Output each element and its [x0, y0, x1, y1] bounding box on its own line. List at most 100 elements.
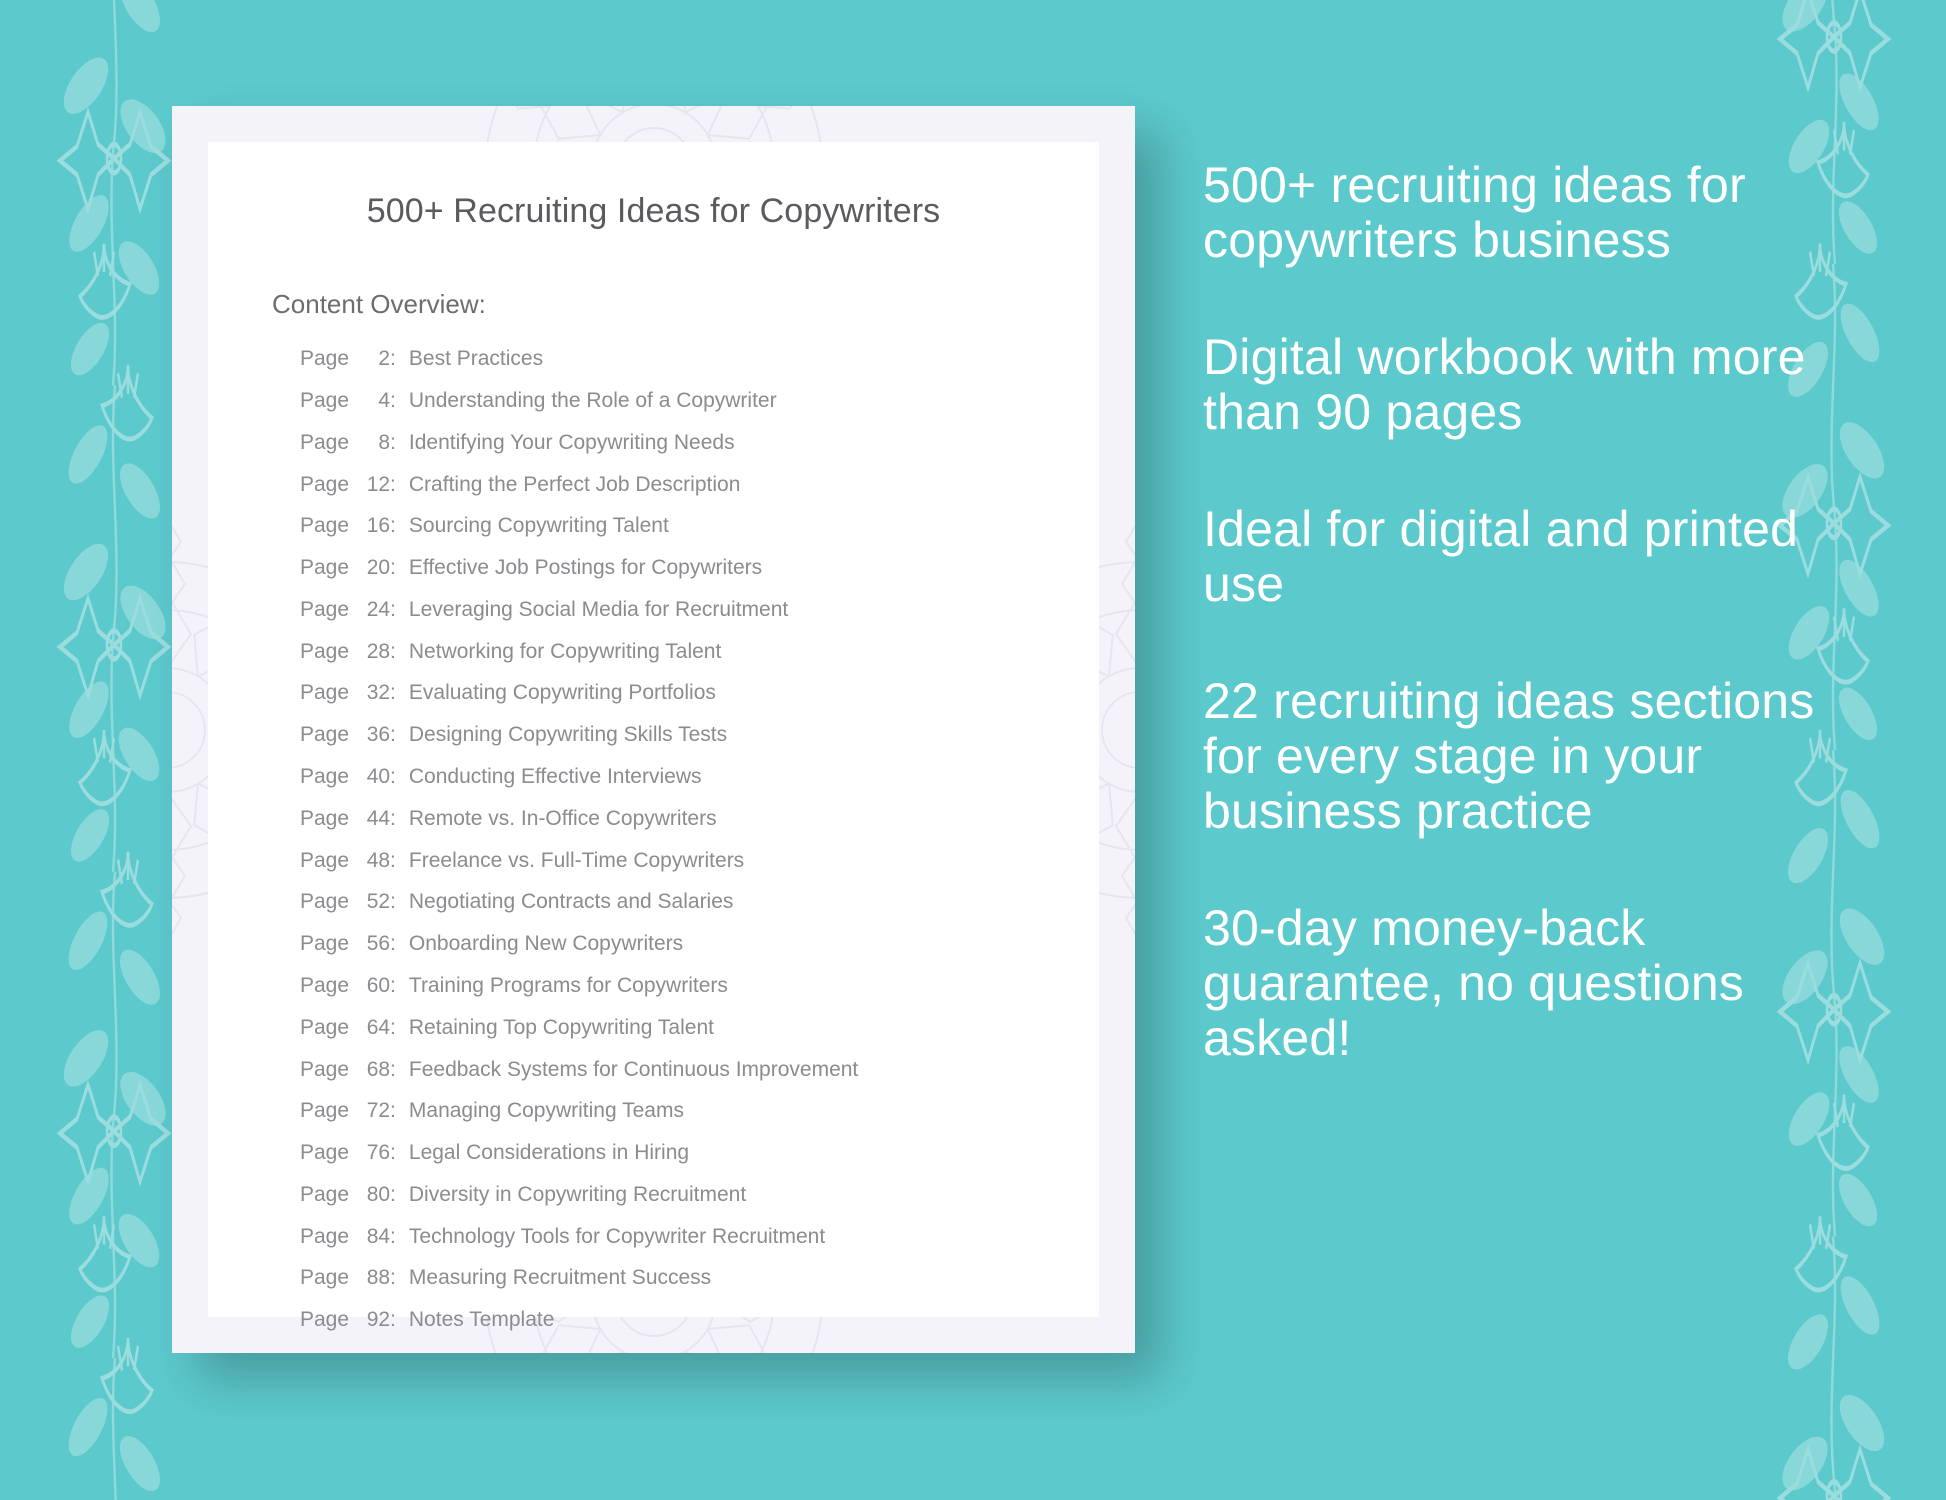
- toc-page-number: 44: [366, 806, 391, 830]
- table-of-contents-row: Page 4: Understanding the Role of a Copywr…: [300, 380, 1099, 422]
- toc-page-number: 16: [366, 514, 391, 538]
- toc-topic: Feedback Systems for Continuous Improvem…: [408, 1057, 859, 1081]
- toc-page-word: Page: [300, 765, 350, 789]
- toc-topic: Leveraging Social Media for Recruitment: [408, 597, 789, 621]
- toc-colon: :: [390, 389, 396, 412]
- toc-page-number: 2: [378, 347, 391, 371]
- toc-page-number: 80: [366, 1182, 391, 1206]
- toc-topic: Conducting Effective Interviews: [408, 765, 702, 789]
- table-of-contents-row: Page 92: Notes Template: [300, 1299, 1099, 1341]
- document-card: 500+ Recruiting Ideas for Copywriters Co…: [172, 106, 1135, 1353]
- table-of-contents-row: Page 48: Freelance vs. Full-Time Copywrite…: [300, 839, 1099, 881]
- toc-colon: :: [390, 806, 396, 830]
- toc-page-word: Page: [300, 973, 350, 997]
- toc-page-word: Page: [300, 347, 350, 371]
- toc-topic: Crafting the Perfect Job Description: [408, 472, 741, 496]
- toc-page-number: 20: [366, 556, 391, 580]
- poster-background: 500+ Recruiting Ideas for Copywriters Co…: [0, 0, 1946, 1460]
- toc-colon: :: [390, 723, 396, 747]
- toc-page-number: 8: [378, 430, 391, 454]
- toc-topic: Effective Job Postings for Copywriters: [408, 556, 763, 580]
- table-of-contents-row: Page 64: Retaining Top Copywriting Talent: [300, 1006, 1099, 1048]
- table-of-contents-row: Page 32: Evaluating Copywriting Portfolios: [300, 672, 1099, 714]
- toc-topic: Networking for Copywriting Talent: [408, 639, 722, 663]
- toc-colon: :: [390, 681, 396, 705]
- toc-page-word: Page: [300, 597, 350, 621]
- toc-page-word: Page: [300, 514, 350, 538]
- table-of-contents-row: Page 84: Technology Tools for Copywriter R…: [300, 1215, 1099, 1257]
- table-of-contents-row: Page 80: Diversity in Copywriting Recruitm…: [300, 1173, 1099, 1215]
- toc-colon: :: [390, 1266, 396, 1290]
- toc-colon: :: [390, 1099, 396, 1123]
- toc-topic: Evaluating Copywriting Portfolios: [408, 681, 716, 705]
- toc-colon: :: [390, 556, 396, 580]
- toc-topic: Technology Tools for Copywriter Recruitm…: [408, 1224, 826, 1248]
- toc-page-word: Page: [300, 932, 350, 956]
- toc-colon: :: [390, 1057, 396, 1081]
- toc-topic: Retaining Top Copywriting Talent: [408, 1015, 714, 1039]
- toc-topic: Remote vs. In-Office Copywriters: [408, 806, 717, 830]
- toc-topic: Notes Template: [408, 1308, 555, 1332]
- toc-colon: :: [390, 597, 396, 621]
- toc-topic: Training Programs for Copywriters: [408, 973, 728, 997]
- toc-page-number: 72: [366, 1099, 391, 1123]
- table-of-contents-row: Page 68: Feedback Systems for Continuous I…: [300, 1048, 1099, 1090]
- page-title: 500+ Recruiting Ideas for Copywriters: [366, 192, 941, 230]
- toc-colon: :: [390, 973, 396, 997]
- toc-topic: Measuring Recruitment Success: [408, 1266, 712, 1290]
- toc-page-word: Page: [300, 1099, 350, 1123]
- toc-colon: :: [390, 1308, 396, 1332]
- toc-page-word: Page: [300, 1141, 350, 1165]
- toc-page-number: 12: [366, 472, 391, 496]
- table-of-contents-list: Page 2: Best Practices Page 4: Understanding …: [208, 320, 1099, 1341]
- toc-topic: Diversity in Copywriting Recruitment: [408, 1182, 747, 1206]
- toc-page-word: Page: [300, 1057, 350, 1081]
- marketing-bullet: 22 recruiting ideas sections for every s…: [1203, 673, 1815, 839]
- toc-page-number: 84: [366, 1224, 391, 1248]
- table-of-contents-row: Page 72: Managing Copywriting Teams: [300, 1090, 1099, 1132]
- toc-page-number: 24: [366, 597, 391, 621]
- toc-colon: :: [390, 1224, 396, 1248]
- document-page: 500+ Recruiting Ideas for Copywriters Co…: [208, 142, 1099, 1330]
- toc-page-word: Page: [300, 681, 350, 705]
- toc-page-number: 52: [366, 890, 391, 914]
- toc-colon: :: [390, 1141, 396, 1165]
- marketing-bullet: 30-day money-back guarantee, no question…: [1203, 900, 1745, 1066]
- table-of-contents-row: Page 88: Measuring Recruitment Success: [300, 1257, 1099, 1299]
- marketing-bullet: Digital workbook with more than 90 pages: [1203, 329, 1806, 440]
- toc-colon: :: [390, 848, 396, 872]
- toc-page-word: Page: [300, 430, 350, 454]
- table-of-contents-row: Page 12: Crafting the Perfect Job Descript…: [300, 463, 1099, 505]
- table-of-contents-row: Page 60: Training Programs for Copywriters: [300, 965, 1099, 1007]
- toc-page-number: 4: [378, 389, 391, 412]
- toc-page-word: Page: [300, 723, 350, 747]
- toc-page-word: Page: [300, 1266, 350, 1290]
- toc-topic: Managing Copywriting Teams: [408, 1099, 684, 1123]
- toc-topic: Identifying Your Copywriting Needs: [408, 430, 735, 454]
- toc-page-word: Page: [300, 848, 350, 872]
- toc-topic: Best Practices: [408, 347, 544, 371]
- marketing-bullet: Ideal for digital and printed use: [1203, 501, 1799, 612]
- content-overview-label: Content Overview:: [272, 288, 486, 319]
- toc-colon: :: [390, 1182, 396, 1206]
- toc-page-number: 28: [366, 639, 391, 663]
- toc-colon: :: [390, 514, 396, 538]
- toc-topic: Designing Copywriting Skills Tests: [408, 723, 728, 747]
- table-of-contents-row: Page 24: Leveraging Social Media for Recru…: [300, 589, 1099, 631]
- toc-page-word: Page: [300, 890, 350, 914]
- toc-topic: Freelance vs. Full-Time Copywriters: [408, 848, 745, 872]
- table-of-contents-row: Page 16: Sourcing Copywriting Talent: [300, 505, 1099, 547]
- toc-page-word: Page: [300, 1224, 350, 1248]
- toc-colon: :: [390, 347, 396, 371]
- toc-page-word: Page: [300, 556, 350, 580]
- table-of-contents-row: Page 2: Best Practices: [300, 338, 1099, 380]
- table-of-contents-row: Page 44: Remote vs. In-Office Copywriters: [300, 797, 1099, 839]
- toc-colon: :: [390, 430, 396, 454]
- toc-colon: :: [390, 472, 396, 496]
- table-of-contents-row: Page 76: Legal Considerations in Hiring: [300, 1132, 1099, 1174]
- toc-topic: Sourcing Copywriting Talent: [408, 514, 669, 538]
- toc-page-number: 60: [366, 973, 391, 997]
- toc-page-word: Page: [300, 389, 350, 412]
- toc-page-word: Page: [300, 1182, 350, 1206]
- toc-page-number: 88: [366, 1266, 391, 1290]
